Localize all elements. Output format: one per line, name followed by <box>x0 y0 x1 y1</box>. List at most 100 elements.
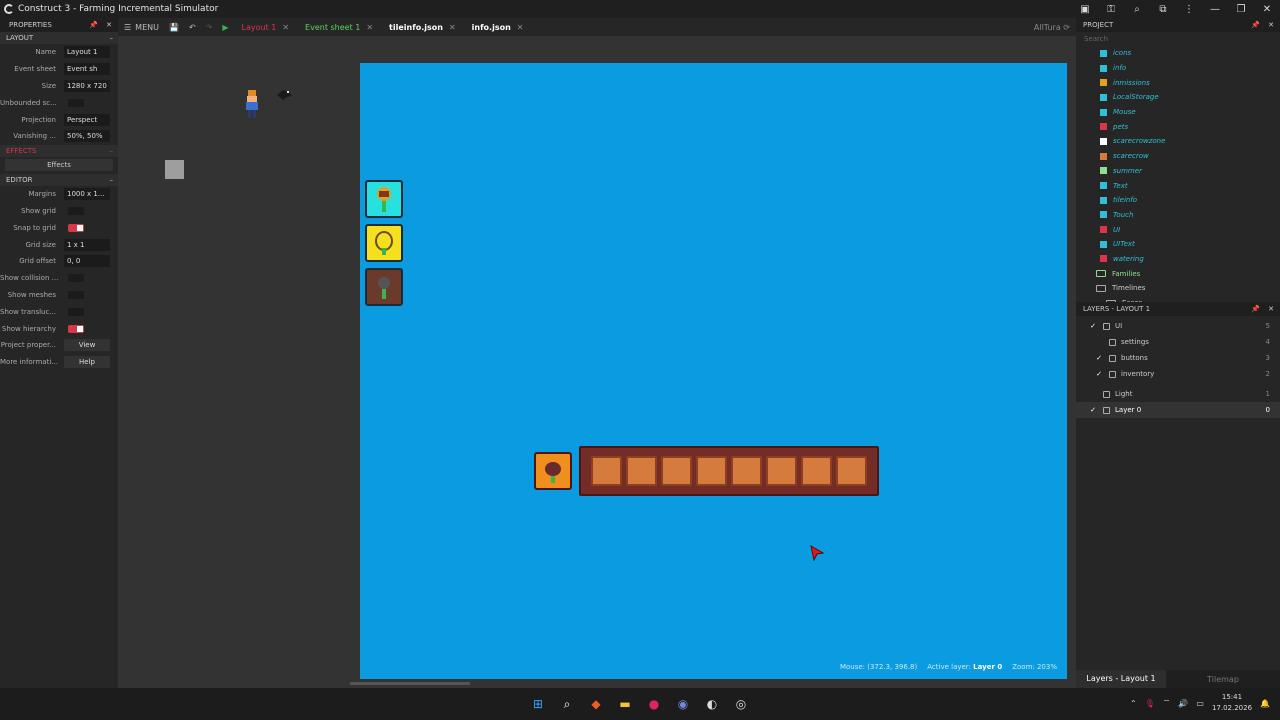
lock-icon[interactable] <box>1103 322 1110 330</box>
layer-visibility-checkbox[interactable]: ✓ <box>1088 322 1098 330</box>
close-tab-icon[interactable]: ✕ <box>449 23 456 32</box>
project-item[interactable]: Text <box>1076 178 1280 193</box>
effects-section[interactable]: EFFECTS – <box>0 144 118 157</box>
seed-button[interactable] <box>365 224 403 262</box>
project-item[interactable]: UIText <box>1076 237 1280 252</box>
layer-visibility-checkbox[interactable]: ✓ <box>1094 354 1104 362</box>
property-toggle[interactable] <box>68 98 84 107</box>
project-item[interactable]: Touch <box>1076 208 1280 223</box>
notification-icon[interactable]: 🔔 <box>1260 699 1270 708</box>
clock[interactable]: 15:41 17.02.2026 <box>1212 692 1252 714</box>
inventory-slot[interactable] <box>836 456 867 486</box>
inventory-slot[interactable] <box>696 456 727 486</box>
layer-row[interactable]: ✓ buttons 3 <box>1076 350 1280 366</box>
project-item[interactable]: pets <box>1076 119 1280 134</box>
close-tab-icon[interactable]: ✕ <box>517 23 524 32</box>
media-player-icon[interactable]: ● <box>644 694 664 714</box>
project-item[interactable]: Mouse <box>1076 105 1280 120</box>
key-icon[interactable]: ⚿ <box>1098 4 1124 15</box>
player-sprite[interactable] <box>242 88 262 124</box>
save-icon[interactable]: 💾 <box>169 23 179 32</box>
minimize-button[interactable]: — <box>1202 4 1228 15</box>
close-icon[interactable]: ✕ <box>1268 21 1274 29</box>
close-tab-icon[interactable]: ✕ <box>282 23 289 32</box>
tab-tileinfo-json[interactable]: tileinfo.json ✕ <box>389 23 456 32</box>
inventory-slot[interactable] <box>591 456 622 486</box>
scarecrow-button[interactable] <box>365 180 403 218</box>
cursor-sprite[interactable] <box>810 544 825 565</box>
project-item[interactable]: scarecrowzone <box>1076 134 1280 149</box>
property-toggle[interactable] <box>68 223 84 232</box>
lock-icon[interactable] <box>1109 354 1116 362</box>
project-item[interactable]: watering <box>1076 252 1280 267</box>
inventory-slot[interactable] <box>801 456 832 486</box>
close-tab-icon[interactable]: ✕ <box>366 23 373 32</box>
layout-canvas[interactable]: Mouse: (372.3, 396.8) Active layer: Laye… <box>118 36 1076 688</box>
crow-sprite[interactable] <box>275 86 293 105</box>
inventory-bar[interactable] <box>579 446 879 496</box>
menu-button[interactable]: ☰ MENU <box>124 23 159 32</box>
property-toggle[interactable] <box>68 307 84 316</box>
project-item[interactable]: UI <box>1076 222 1280 237</box>
file-explorer-icon[interactable]: ▬ <box>615 694 635 714</box>
layout-section[interactable]: LAYOUT – <box>0 32 118 44</box>
tab-event-sheet-1[interactable]: Event sheet 1 ✕ <box>305 23 373 32</box>
tab-tilemap[interactable]: Tilemap <box>1166 675 1280 684</box>
microphone-icon[interactable]: 🎙 <box>1145 699 1155 708</box>
inventory-slot[interactable] <box>661 456 692 486</box>
project-search-input[interactable]: Search <box>1076 32 1280 46</box>
placeholder-sprite[interactable] <box>165 160 184 179</box>
inventory-slot[interactable] <box>731 456 762 486</box>
collapse-icon[interactable]: – <box>110 147 114 155</box>
search-icon[interactable]: ⌕ <box>557 694 577 714</box>
layer-row[interactable]: ✓ Layer 0 0 <box>1076 402 1280 418</box>
project-item[interactable]: LocalStorage <box>1076 90 1280 105</box>
property-toggle[interactable] <box>68 274 84 283</box>
redo-icon[interactable]: ↷ <box>206 23 213 32</box>
property-value-field[interactable]: 1000 x 1... <box>64 188 110 201</box>
property-value-field[interactable]: Layout 1 <box>64 46 110 59</box>
project-item[interactable]: tileinfo <box>1076 193 1280 208</box>
layer-visibility-checkbox[interactable]: ✓ <box>1088 406 1098 414</box>
layer-row[interactable]: ✓ UI 5 <box>1076 318 1280 334</box>
project-folder[interactable]: Families <box>1076 266 1280 281</box>
lock-icon[interactable] <box>1103 390 1110 398</box>
pin-icon[interactable]: 📌 <box>1251 305 1260 313</box>
inventory-slot[interactable] <box>766 456 797 486</box>
discord-icon[interactable]: ◉ <box>673 694 693 714</box>
layer-row[interactable]: Light 1 <box>1076 386 1280 402</box>
project-item[interactable]: inmissions <box>1076 75 1280 90</box>
search-icon[interactable]: ⌕ <box>1124 4 1150 15</box>
tool-button[interactable] <box>365 268 403 306</box>
inventory-slot[interactable] <box>626 456 657 486</box>
volume-icon[interactable]: 🔊 <box>1178 699 1188 708</box>
lock-icon[interactable] <box>1109 338 1116 346</box>
layer-row[interactable]: settings 4 <box>1076 334 1280 350</box>
property-toggle[interactable] <box>68 206 84 215</box>
extensions-icon[interactable]: ⧉ <box>1150 4 1176 15</box>
tab-info-json[interactable]: info.json ✕ <box>472 23 524 32</box>
property-toggle[interactable] <box>68 290 84 299</box>
maximize-button[interactable]: ❐ <box>1228 4 1254 15</box>
editor-section[interactable]: EDITOR – <box>0 173 118 186</box>
project-item[interactable]: info <box>1076 61 1280 76</box>
effects-button[interactable]: Effects <box>5 159 113 172</box>
property-value-field[interactable]: 0, 0 <box>64 255 110 268</box>
user-label[interactable]: AllTura ⟳ <box>1034 23 1070 32</box>
property-value-field[interactable]: 50%, 50% <box>64 130 110 143</box>
layout-area[interactable]: Mouse: (372.3, 396.8) Active layer: Laye… <box>360 63 1067 679</box>
undo-icon[interactable]: ↶ <box>189 23 196 32</box>
more-icon[interactable]: ⋮ <box>1176 4 1202 15</box>
construct-app-icon[interactable]: ◐ <box>702 694 722 714</box>
tab-layout-1[interactable]: Layout 1 ✕ <box>242 23 290 32</box>
tab-layers[interactable]: Layers - Layout 1 <box>1076 670 1166 688</box>
horizontal-scrollbar[interactable] <box>350 682 470 685</box>
collapse-icon[interactable]: – <box>110 176 114 184</box>
property-value-field[interactable]: View <box>64 339 110 352</box>
layer-visibility-checkbox[interactable]: ✓ <box>1094 370 1104 378</box>
lock-icon[interactable] <box>1103 406 1110 414</box>
project-folder[interactable]: Timelines <box>1076 281 1280 296</box>
property-toggle[interactable] <box>68 324 84 333</box>
property-value-field[interactable]: 1 x 1 <box>64 238 110 251</box>
close-icon[interactable]: ✕ <box>106 21 112 29</box>
